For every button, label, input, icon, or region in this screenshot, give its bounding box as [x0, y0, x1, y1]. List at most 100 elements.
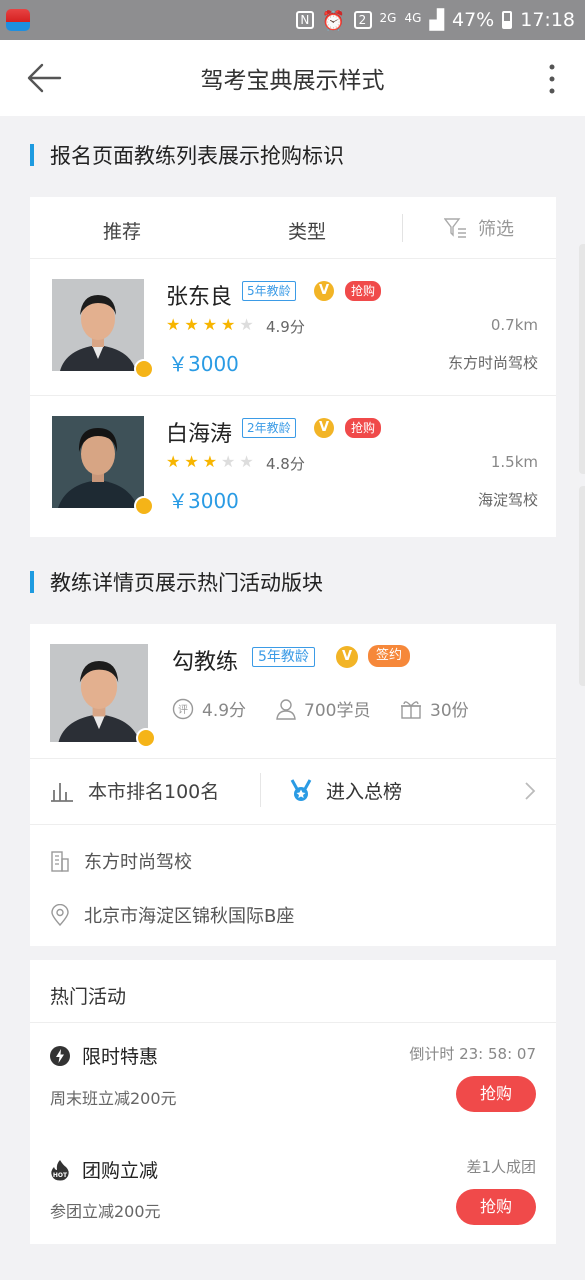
enter-leaderboard[interactable]: 进入总榜: [290, 777, 402, 804]
coach-price: ￥3000: [168, 352, 239, 376]
flash-sale-tag: 抢购: [345, 418, 382, 438]
divider: [30, 1022, 556, 1023]
trophy-medal-icon: [290, 778, 312, 801]
star-empty-icon: ★: [221, 452, 236, 471]
coach-distance: 0.7km: [490, 316, 538, 334]
city-rank-text: 本市排名100名: [88, 781, 220, 803]
verified-icon: V: [336, 646, 358, 668]
coach-list-item[interactable]: 张东良 5年教龄 V 抢购 ★ ★ ★ ★ ★ 4.9分 0.7km ￥3000…: [30, 259, 556, 395]
medal-icon: [134, 496, 154, 516]
star-filled-icon: ★: [184, 315, 199, 334]
nfc-icon: N: [295, 11, 314, 29]
tab-divider: [402, 214, 403, 242]
gift-icon: [401, 700, 421, 719]
activities-title: 热门活动: [50, 986, 127, 1008]
coach-school: 东方时尚驾校: [447, 354, 538, 372]
star-filled-icon: ★: [184, 452, 199, 471]
coach-school: 海淀驾校: [477, 491, 538, 509]
signal-2g-label: 2G: [379, 11, 397, 25]
star-empty-icon: ★: [239, 315, 254, 334]
alarm-icon: ⏰: [321, 9, 346, 32]
section-accent-bar: [30, 144, 34, 166]
lightning-icon: [50, 1045, 70, 1066]
verified-icon: V: [314, 418, 334, 438]
activity-desc: 周末班立减200元: [50, 1089, 177, 1108]
buy-button[interactable]: 抢购: [456, 1076, 536, 1112]
rating-value: 4.9分: [202, 701, 247, 721]
scroll-edge-handle[interactable]: [579, 486, 585, 686]
students-value: 700学员: [304, 701, 371, 721]
coach-name: 张东良: [166, 285, 233, 310]
page-title: 驾考宝典展示样式: [200, 68, 385, 94]
coach-avatar: [50, 644, 148, 742]
coach-avatar: [52, 279, 144, 371]
scroll-edge-handle[interactable]: [579, 244, 585, 474]
coach-avatar: [52, 416, 144, 508]
filter-button[interactable]: 筛选: [444, 215, 514, 241]
coach-name: 勾教练: [172, 650, 239, 675]
divider: [30, 824, 556, 825]
school-name: 东方时尚驾校: [84, 852, 192, 873]
battery-icon: [502, 11, 513, 29]
portrait-image: [52, 279, 144, 371]
coach-distance: 1.5km: [490, 453, 538, 471]
address-text: 北京市海淀区锦秋国际B座: [84, 906, 295, 927]
group-status-text: 差1人成团: [466, 1158, 536, 1176]
bar-chart-icon: [51, 782, 73, 802]
portrait-image: [52, 416, 144, 508]
rank-divider: [260, 773, 261, 807]
svg-text:HOT: HOT: [53, 1172, 68, 1179]
buy-button[interactable]: 抢购: [456, 1189, 536, 1225]
ranking-row[interactable]: 本市排名100名 进入总榜: [30, 758, 556, 822]
city-rank: 本市排名100名: [50, 777, 219, 804]
gifts-meta: 30份: [400, 696, 469, 721]
clock: 17:18: [520, 9, 575, 31]
flash-sale-tag: 抢购: [345, 281, 382, 301]
star-filled-icon: ★: [166, 452, 181, 471]
coach-score: 4.9分: [266, 318, 305, 336]
more-vertical-icon[interactable]: [549, 64, 555, 94]
star-empty-icon: ★: [239, 452, 254, 471]
portrait-image: [50, 644, 148, 742]
coach-name: 白海涛: [166, 422, 233, 447]
section-title-activities: 教练详情页展示热门活动版块: [30, 569, 323, 595]
coach-detail-card: 勾教练 5年教龄 V 签约 评 4.9分 700学员 30份 本市排名100名 …: [30, 624, 556, 946]
activity-name: 限时特惠: [50, 1042, 158, 1069]
medal-icon: [136, 728, 156, 748]
coach-list-item[interactable]: 白海涛 2年教龄 V 抢购 ★ ★ ★ ★ ★ 4.8分 1.5km ￥3000…: [30, 395, 556, 531]
back-arrow-icon[interactable]: [26, 62, 62, 94]
signal-4g-label: 4G: [404, 11, 422, 25]
tab-recommend[interactable]: 推荐: [103, 217, 141, 244]
section-accent-bar: [30, 571, 34, 593]
filter-icon: [444, 218, 466, 238]
status-icons: N ⏰ 2 2G 4G ▟ 47% 17:18: [295, 9, 575, 32]
school-row: 东方时尚驾校: [50, 848, 192, 874]
review-icon: 评: [172, 698, 194, 719]
activity-name-text: 团购立减: [82, 1160, 159, 1182]
countdown-text: 倒计时 23: 58: 07: [409, 1045, 536, 1063]
star-filled-icon: ★: [221, 315, 236, 334]
signed-tag: 签约: [368, 645, 411, 667]
building-icon: [51, 851, 69, 872]
coach-score: 4.8分: [266, 455, 305, 473]
hot-activities-card: 热门活动 限时特惠 倒计时 23: 58: 07 周末班立减200元 抢购 HO…: [30, 960, 556, 1244]
filter-label: 筛选: [478, 219, 514, 240]
section-title-text: 教练详情页展示热门活动版块: [50, 571, 323, 595]
star-rating: ★ ★ ★ ★ ★: [166, 317, 254, 333]
chevron-right-icon: [525, 782, 536, 800]
star-filled-icon: ★: [166, 315, 181, 334]
hot-flame-icon: HOT: [51, 1159, 69, 1181]
nav-bar: 驾考宝典展示样式: [0, 40, 585, 116]
years-badge: 2年教龄: [242, 418, 296, 438]
svg-text:评: 评: [178, 704, 188, 716]
activity-desc: 参团立减200元: [50, 1202, 161, 1221]
filter-tabs: 推荐 类型 筛选: [30, 197, 556, 259]
battery-percent: 47%: [452, 9, 495, 31]
tab-type[interactable]: 类型: [288, 217, 326, 244]
app-notification-icon: [6, 9, 30, 31]
star-filled-icon: ★: [202, 452, 218, 471]
star-filled-icon: ★: [202, 315, 218, 334]
status-bar: N ⏰ 2 2G 4G ▟ 47% 17:18: [0, 0, 585, 40]
gifts-value: 30份: [430, 701, 469, 721]
students-meta: 700学员: [276, 696, 370, 721]
